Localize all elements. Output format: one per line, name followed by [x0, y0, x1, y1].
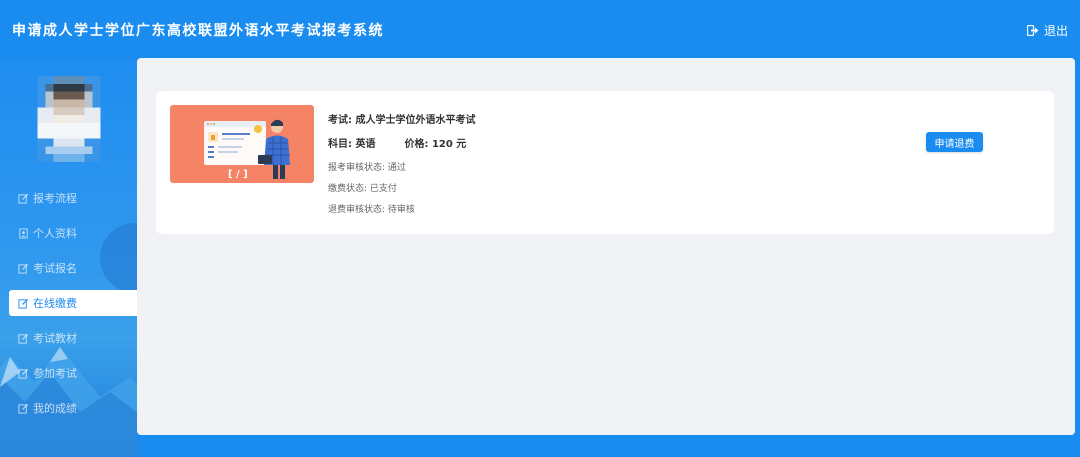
id-card-icon — [19, 227, 28, 239]
edit-icon — [18, 368, 29, 379]
exam-order-card: [ / ] 考试: 成人学士学位外语水平考试 科目: 英语 价格: 120 元 … — [156, 91, 1054, 234]
price-value: 120 元 — [431, 139, 467, 150]
top-bar: 申请成人学士学位广东高校联盟外语水平考试报考系统 退出 — [0, 0, 1080, 58]
exam-name-value: 成人学士学位外语水平考试 — [355, 115, 476, 126]
edit-icon — [18, 403, 29, 414]
edit-icon — [18, 193, 29, 204]
edit-icon — [18, 333, 29, 344]
svg-text:[ / ]: [ / ] — [228, 169, 248, 180]
sidebar-item-payment[interactable]: 在线缴费 — [9, 290, 137, 316]
sidebar-item-label: 考试报名 — [33, 262, 77, 275]
review-status: 报考审核状态: 通过 — [328, 163, 406, 173]
sidebar-item-label: 参加考试 — [33, 367, 77, 380]
review-status-value: 通过 — [387, 163, 406, 173]
sidebar-item-label: 我的成绩 — [33, 402, 77, 415]
logout-button[interactable]: 退出 — [1026, 22, 1068, 39]
main-content: [ / ] 考试: 成人学士学位外语水平考试 科目: 英语 价格: 120 元 … — [137, 58, 1075, 435]
logout-label: 退出 — [1043, 24, 1068, 38]
sidebar-item-label: 报考流程 — [33, 192, 77, 205]
sidebar-item-take-exam[interactable]: 参加考试 — [9, 360, 137, 386]
avatar — [37, 76, 101, 162]
sidebar-item-label: 在线缴费 — [33, 297, 77, 310]
app-title: 申请成人学士学位广东高校联盟外语水平考试报考系统 — [12, 23, 384, 39]
exam-order-info: 考试: 成人学士学位外语水平考试 科目: 英语 价格: 120 元 报考审核状态… — [328, 111, 475, 215]
sidebar: 报考流程 个人资料 考试报名 在线缴费 考试教材 参加考试 我的成绩 — [0, 58, 137, 457]
sidebar-item-label: 考试教材 — [33, 332, 77, 345]
exam-name: 考试: 成人学士学位外语水平考试 — [328, 115, 476, 126]
sidebar-item-materials[interactable]: 考试教材 — [9, 325, 137, 351]
sidebar-item-label: 个人资料 — [33, 227, 77, 240]
subject-price-row: 科目: 英语 价格: 120 元 — [328, 139, 467, 150]
subject-value: 英语 — [355, 139, 376, 150]
logout-icon — [1026, 25, 1039, 36]
sidebar-item-registration[interactable]: 考试报名 — [9, 255, 137, 281]
payment-status: 缴费状态: 已支付 — [328, 184, 397, 194]
sidebar-item-scores[interactable]: 我的成绩 — [9, 395, 137, 421]
edit-icon — [18, 298, 29, 309]
exam-thumbnail: [ / ] — [170, 105, 314, 183]
payment-status-value: 已支付 — [369, 184, 397, 194]
apply-refund-button[interactable]: 申请退费 — [926, 132, 983, 152]
refund-status-value: 待审核 — [387, 205, 415, 215]
edit-icon — [18, 263, 29, 274]
refund-status: 退费审核状态: 待审核 — [328, 205, 415, 215]
sidebar-item-profile[interactable]: 个人资料 — [9, 220, 137, 246]
online-exam-illustration: [ / ] — [204, 119, 290, 180]
sidebar-item-process[interactable]: 报考流程 — [9, 185, 137, 211]
